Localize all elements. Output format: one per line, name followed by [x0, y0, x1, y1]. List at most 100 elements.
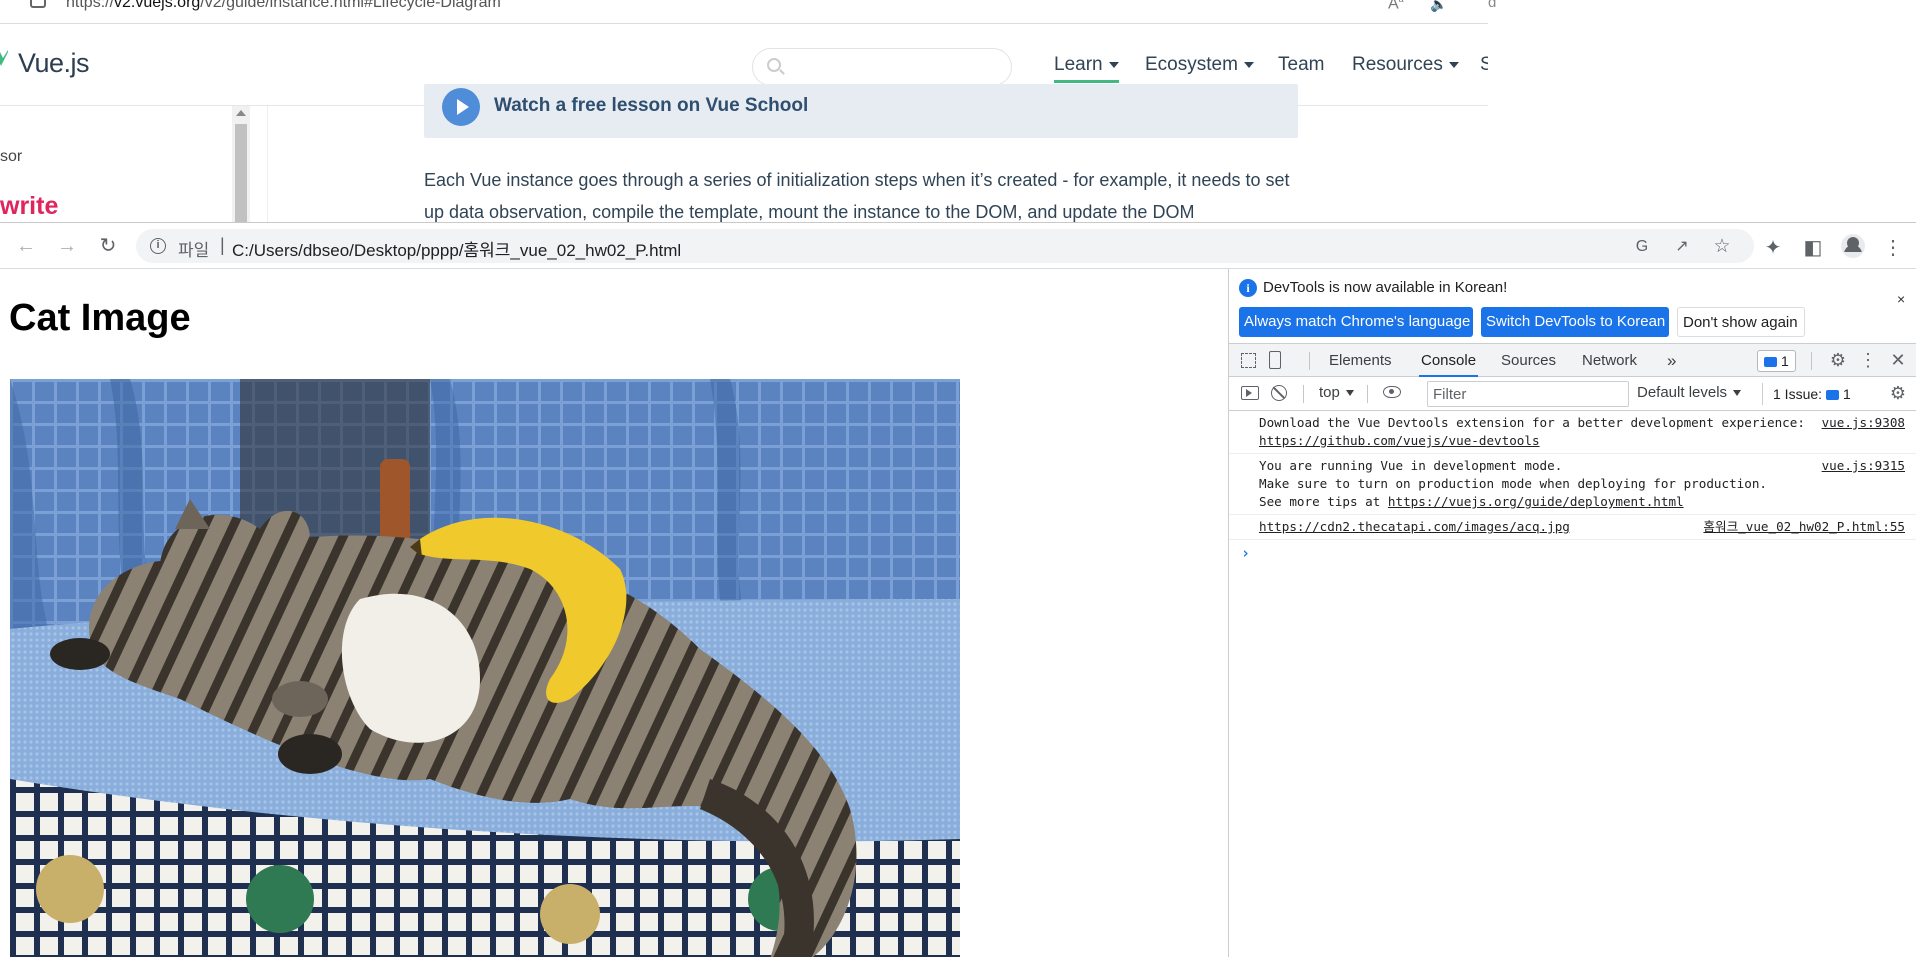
divider: [1367, 385, 1368, 403]
caret-down-icon: [1345, 390, 1354, 397]
log-levels-select[interactable]: Default levels: [1637, 384, 1742, 401]
side-panel-icon[interactable]: ◧: [1802, 237, 1824, 259]
caret-down-icon: [1243, 61, 1254, 68]
url-path: /v2/guide/instance.html#Lifecycle-Diagra…: [200, 0, 501, 11]
prompt-chevron-icon: ›: [1241, 544, 1251, 562]
reload-button[interactable]: ↻: [97, 235, 119, 257]
issue-flag-icon: [1826, 390, 1840, 400]
info-icon[interactable]: i: [150, 238, 166, 254]
issue-count-value: 1: [1843, 386, 1851, 402]
infobar-close-icon[interactable]: ×: [1897, 291, 1905, 307]
nav-resources[interactable]: Resources: [1352, 54, 1459, 76]
tab-sources[interactable]: Sources: [1501, 344, 1556, 377]
dont-show-again-button[interactable]: Don't show again: [1677, 307, 1805, 337]
info-icon: i: [1239, 279, 1257, 297]
issues-badge[interactable]: 1: [1757, 350, 1796, 372]
menu-icon[interactable]: ⋮: [1882, 237, 1904, 259]
url-scheme: https://: [66, 0, 115, 11]
star-icon[interactable]: ☆: [1712, 237, 1732, 257]
speaker-icon[interactable]: 🔈: [1430, 0, 1447, 13]
context-select-value: top: [1319, 384, 1340, 401]
url-host: v2.vuejs.org: [114, 0, 201, 11]
console-log: Download the Vue Devtools extension for …: [1229, 411, 1916, 564]
vue-brand[interactable]: Vue.js: [18, 48, 90, 79]
lifecycle-paragraph: Each Vue instance goes through a series …: [424, 170, 1290, 222]
divider: [1811, 352, 1812, 370]
nav-learn[interactable]: Learn: [1054, 54, 1119, 83]
console-message-source[interactable]: 홈워크_vue_02_hw02_P.html:55: [1703, 518, 1905, 536]
omnibox[interactable]: i 파일 | C:/Users/dbseo/Desktop/pppp/홈워크_v…: [136, 229, 1754, 263]
sponsor-logo[interactable]: write: [0, 192, 58, 221]
extensions-icon[interactable]: ✦: [1762, 237, 1784, 259]
device-toolbar-icon[interactable]: [1269, 351, 1281, 369]
devtools-tab-bar: Elements Console Sources Network » 1 ⚙ ⋮…: [1229, 343, 1916, 377]
console-sidebar-icon[interactable]: [1241, 386, 1259, 400]
kebab-menu-icon[interactable]: ⋮: [1859, 351, 1877, 369]
console-message-link[interactable]: https://cdn2.thecatapi.com/images/acq.jp…: [1259, 519, 1570, 534]
scrollbar-thumb[interactable]: [235, 124, 247, 222]
profile-icon[interactable]: [1841, 234, 1865, 258]
issues-badge-count: 1: [1781, 353, 1789, 369]
tab-console[interactable]: Console: [1419, 344, 1479, 377]
console-message-source[interactable]: vue.js:9315: [1822, 457, 1905, 475]
console-prompt[interactable]: ›: [1229, 540, 1916, 564]
divider: [1303, 385, 1304, 403]
cat-image: [10, 379, 960, 957]
console-settings-gear-icon[interactable]: ⚙: [1889, 384, 1907, 402]
share-icon[interactable]: ↗: [1672, 237, 1692, 257]
background-browser-window: https://v2.vuejs.org/v2/guide/instance.h…: [0, 0, 1488, 222]
nav-ecosystem[interactable]: Ecosystem: [1145, 54, 1254, 76]
omnibox-url[interactable]: C:/Users/dbseo/Desktop/pppp/홈워크_vue_02_h…: [232, 236, 681, 261]
nav-team[interactable]: Team: [1278, 54, 1324, 76]
filter-input[interactable]: [1427, 381, 1629, 407]
nav-learn-label: Learn: [1054, 54, 1103, 75]
sidebar-item-partial[interactable]: sor: [0, 148, 22, 166]
forward-button[interactable]: →: [56, 235, 78, 257]
vue-school-promo[interactable]: Watch a free lesson on Vue School: [424, 84, 1298, 138]
clear-console-icon[interactable]: [1271, 385, 1287, 401]
more-tabs-icon[interactable]: »: [1667, 344, 1676, 377]
tab-elements[interactable]: Elements: [1329, 344, 1392, 377]
caret-down-icon: [1448, 61, 1459, 68]
devtools-panel: i DevTools is now available in Korean! ×…: [1228, 269, 1916, 957]
issue-count-button[interactable]: 1 Issue: 1: [1762, 383, 1851, 405]
omnibox-scheme-label: 파일: [178, 241, 210, 260]
console-message-link[interactable]: https://vuejs.org/guide/deployment.html: [1388, 494, 1684, 509]
console-message-text: Download the Vue Devtools extension for …: [1259, 415, 1805, 430]
console-message-source[interactable]: vue.js:9308: [1822, 414, 1905, 432]
close-icon[interactable]: ✕: [1889, 351, 1907, 369]
translate-icon[interactable]: G: [1632, 237, 1652, 257]
read-aloud-icon[interactable]: Aa: [1388, 0, 1404, 13]
background-url[interactable]: https://v2.vuejs.org/v2/guide/instance.h…: [66, 0, 501, 12]
sidebar-scrollbar[interactable]: [232, 106, 250, 222]
divider: [1309, 352, 1310, 370]
console-message-link[interactable]: https://github.com/vuejs/vue-devtools: [1259, 433, 1540, 448]
search-icon: [767, 58, 781, 72]
page-info-icon[interactable]: [30, 0, 46, 8]
context-select[interactable]: top: [1319, 384, 1354, 401]
live-expression-eye-icon[interactable]: [1383, 386, 1401, 398]
browser-toolbar: ← → ↻ i 파일 | C:/Users/dbseo/Desktop/pppp…: [0, 223, 1916, 269]
inspect-element-icon[interactable]: [1241, 353, 1256, 368]
console-message: https://cdn2.thecatapi.com/images/acq.jp…: [1229, 515, 1916, 540]
omnibox-separator: |: [220, 235, 225, 255]
promo-text: Watch a free lesson on Vue School: [494, 95, 809, 116]
cut-off-text: d: [1488, 0, 1497, 11]
vue-search-input[interactable]: [752, 48, 1012, 86]
issue-flag-icon: [1764, 357, 1777, 367]
play-icon: [442, 88, 480, 126]
foreground-browser-window: ← → ↻ i 파일 | C:/Users/dbseo/Desktop/pppp…: [0, 222, 1916, 957]
console-message: Download the Vue Devtools extension for …: [1229, 411, 1916, 454]
always-match-language-button[interactable]: Always match Chrome's language: [1239, 307, 1473, 337]
tab-network[interactable]: Network: [1582, 344, 1637, 377]
scroll-up-icon[interactable]: [236, 110, 246, 116]
background-address-bar[interactable]: https://v2.vuejs.org/v2/guide/instance.h…: [0, 0, 1488, 24]
console-toolbar: top Default levels 1 Issue: 1 ⚙: [1229, 377, 1916, 411]
switch-to-korean-button[interactable]: Switch DevTools to Korean: [1481, 307, 1669, 337]
back-button[interactable]: ←: [15, 235, 37, 257]
gear-icon[interactable]: ⚙: [1829, 351, 1847, 369]
page-content: Cat Image: [0, 269, 1228, 957]
nav-cut-off[interactable]: S: [1480, 54, 1488, 76]
page-title: Cat Image: [9, 297, 191, 339]
vue-logo-icon[interactable]: [0, 50, 8, 68]
